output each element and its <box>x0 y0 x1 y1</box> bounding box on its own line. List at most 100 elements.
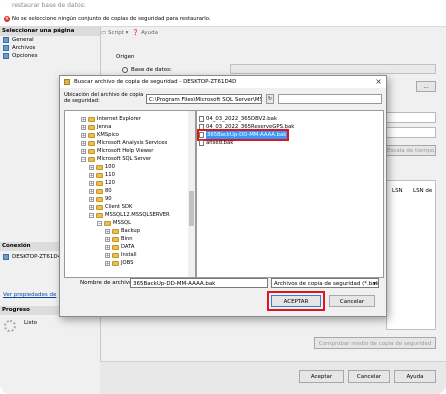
expand-icon[interactable]: + <box>89 188 94 194</box>
tree-item[interactable]: +100 <box>89 163 115 171</box>
error-icon: × <box>4 16 10 22</box>
expand-icon[interactable]: + <box>89 196 94 202</box>
tree-item-label: 100 <box>105 164 115 170</box>
folder-tree: + Internet Explorer + Jenna + KMSpico + Microso… <box>64 110 196 278</box>
file-item[interactable]: 365BackUp-DD-MM-AAAA.bak <box>196 129 290 141</box>
tree-item[interactable]: + JOBS <box>105 259 133 267</box>
folder-icon <box>96 204 103 210</box>
path-extra-field[interactable] <box>278 94 382 104</box>
file-item[interactable]: 04_03_2022_365ReserveGPS.bak <box>199 123 294 131</box>
filename-input[interactable]: 365BackUp-DD-MM-AAAA.bak <box>130 278 268 288</box>
expand-icon[interactable]: + <box>105 260 110 266</box>
script-button[interactable]: ▭ Script ▾ <box>101 30 128 36</box>
file-icon <box>199 140 204 146</box>
expand-icon[interactable]: + <box>89 180 94 186</box>
file-list: 04_03_2022_365DBV2.bak 04_03_2022_365Rese… <box>196 110 384 278</box>
connection-server-label: DESKTOP-ZT61D4 <box>12 254 62 260</box>
database-select[interactable] <box>230 64 436 74</box>
tree-item[interactable]: + KMSpico <box>81 131 119 139</box>
warning-bar: × No se seleccione ningún conjunto de co… <box>0 13 446 27</box>
folder-icon <box>88 124 95 130</box>
page-icon <box>3 37 9 43</box>
expand-icon[interactable]: + <box>89 204 94 210</box>
path-input[interactable]: C:\Program Files\Microsoft SQL Server\MS… <box>146 94 262 104</box>
dialog-accept-button[interactable]: ACEPTAR <box>271 295 321 307</box>
tree-item-label: Microsoft Analysis Services <box>97 140 168 146</box>
help-button[interactable]: ❓ Ayuda <box>132 30 158 36</box>
file-icon <box>199 132 204 138</box>
tree-item[interactable]: + Backup <box>105 227 140 235</box>
target-db-select[interactable] <box>386 112 436 123</box>
dialog-title: Buscar archivo de copia de seguridad - D… <box>74 79 237 85</box>
tree-item[interactable]: + Microsoft Help Viewer <box>81 147 153 155</box>
filetype-select[interactable]: Archivos de copia de seguridad (*.bak ▾ <box>271 278 379 288</box>
cancel-button[interactable]: Cancelar <box>348 370 390 383</box>
page-general[interactable]: General <box>0 36 100 44</box>
timeline-button[interactable]: Escala de tiempo... <box>386 145 436 156</box>
expand-icon[interactable]: + <box>89 164 94 170</box>
expand-icon[interactable]: + <box>81 140 86 146</box>
expand-icon[interactable]: + <box>81 116 86 122</box>
tree-item[interactable]: + Microsoft Analysis Services <box>81 139 167 147</box>
help-footer-button[interactable]: Ayuda <box>394 370 436 383</box>
path-refresh-icon[interactable]: ↻ <box>266 94 274 104</box>
tree-item-label: Backup <box>121 228 141 234</box>
expand-icon[interactable]: + <box>105 252 110 258</box>
file-item[interactable]: ansed.bak <box>199 139 233 147</box>
page-archivos[interactable]: Archivos <box>0 44 100 52</box>
tree-item-label: 90 <box>105 196 112 202</box>
tree-item-label: Binn <box>121 236 133 242</box>
restore-to-field[interactable] <box>386 127 436 138</box>
tree-item[interactable]: +90 <box>89 195 112 203</box>
accept-button[interactable]: Aceptar <box>299 370 344 383</box>
database-radio[interactable] <box>122 67 128 73</box>
backup-sets-grid <box>386 180 436 330</box>
tree-item-label: DATA <box>121 244 135 250</box>
restore-database-window: restaurar base de datos: × No se selecci… <box>0 0 446 394</box>
view-connection-properties-link[interactable]: Ver propiedades de <box>0 291 56 299</box>
title-bar: restaurar base de datos: <box>0 0 446 14</box>
tree-item[interactable]: + DATA <box>105 243 134 251</box>
expand-icon[interactable]: − <box>97 220 102 226</box>
tree-item[interactable]: + Jenna <box>81 123 111 131</box>
tree-item[interactable]: − Microsoft SQL Server <box>81 155 151 163</box>
file-icon <box>199 124 204 130</box>
expand-icon[interactable]: + <box>105 228 110 234</box>
progress-status: Listo <box>24 320 37 326</box>
page-opciones[interactable]: Opciones <box>0 52 100 60</box>
tree-item[interactable]: − MSSQL <box>97 219 131 227</box>
tree-item[interactable]: + Internet Explorer <box>81 115 141 123</box>
close-icon[interactable]: × <box>375 77 382 86</box>
tree-scrollbar-thumb[interactable] <box>189 191 194 226</box>
tree-item[interactable]: +80 <box>89 187 112 195</box>
tree-item-label: Install <box>121 252 137 258</box>
window-title: restaurar base de datos: <box>12 2 86 9</box>
script-label: Script <box>107 30 124 36</box>
tree-item[interactable]: − MSSQL12.MSSQLSERVER <box>89 211 170 219</box>
file-item-label: ansed.bak <box>206 140 234 146</box>
tree-item[interactable]: +110 <box>89 171 115 179</box>
progress-spinner-icon <box>4 320 16 332</box>
tree-item[interactable]: + Install <box>105 251 137 259</box>
expand-icon[interactable]: + <box>81 124 86 130</box>
dialog-cancel-button[interactable]: Cancelar <box>329 295 375 307</box>
expand-icon[interactable]: + <box>105 244 110 250</box>
expand-icon[interactable]: − <box>81 156 86 162</box>
verify-backup-media-button[interactable]: Comprobar medio de copia de seguridad <box>314 337 436 349</box>
expand-icon[interactable]: + <box>81 148 86 154</box>
select-page-header: Seleccionar una página <box>0 27 100 36</box>
folder-icon <box>88 140 95 146</box>
tree-item[interactable]: +120 <box>89 179 115 187</box>
tree-item[interactable]: + Binn <box>105 235 133 243</box>
expand-icon[interactable]: + <box>105 236 110 242</box>
connection-server: DESKTOP-ZT61D4 <box>0 253 61 261</box>
expand-icon[interactable]: − <box>89 212 94 218</box>
page-icon <box>3 53 9 59</box>
tree-item-label: JOBS <box>121 260 134 266</box>
tree-item[interactable]: + Client SDK <box>89 203 132 211</box>
expand-icon[interactable]: + <box>81 132 86 138</box>
file-item[interactable]: 04_03_2022_365DBV2.bak <box>199 115 277 123</box>
browse-button[interactable]: ... <box>416 81 436 92</box>
path-label: Ubicación del archivo de copia de seguri… <box>64 92 144 104</box>
expand-icon[interactable]: + <box>89 172 94 178</box>
